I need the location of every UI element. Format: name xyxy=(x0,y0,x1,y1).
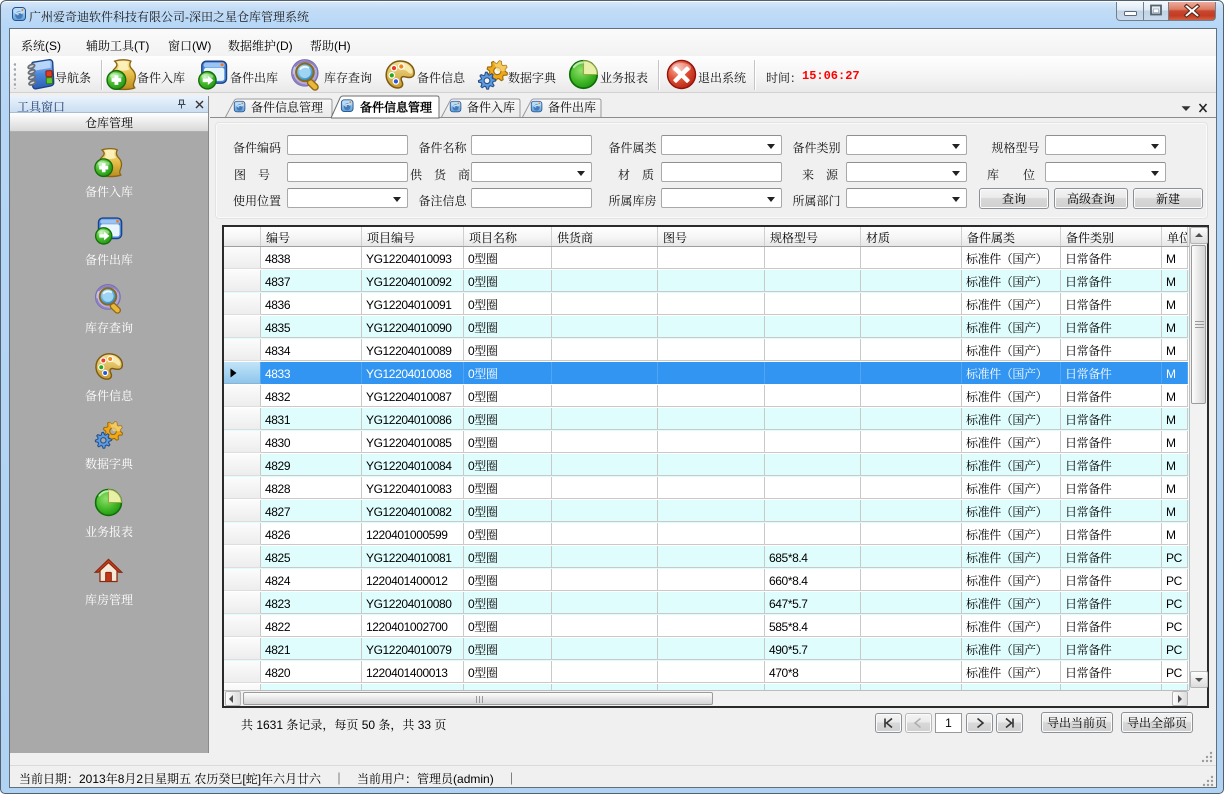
svg-text:备件出库: 备件出库 xyxy=(548,99,596,116)
svg-text:备件信息管理: 备件信息管理 xyxy=(360,99,433,116)
svg-text:备件信息管理: 备件信息管理 xyxy=(251,99,323,116)
svg-text:备件入库: 备件入库 xyxy=(467,99,515,116)
